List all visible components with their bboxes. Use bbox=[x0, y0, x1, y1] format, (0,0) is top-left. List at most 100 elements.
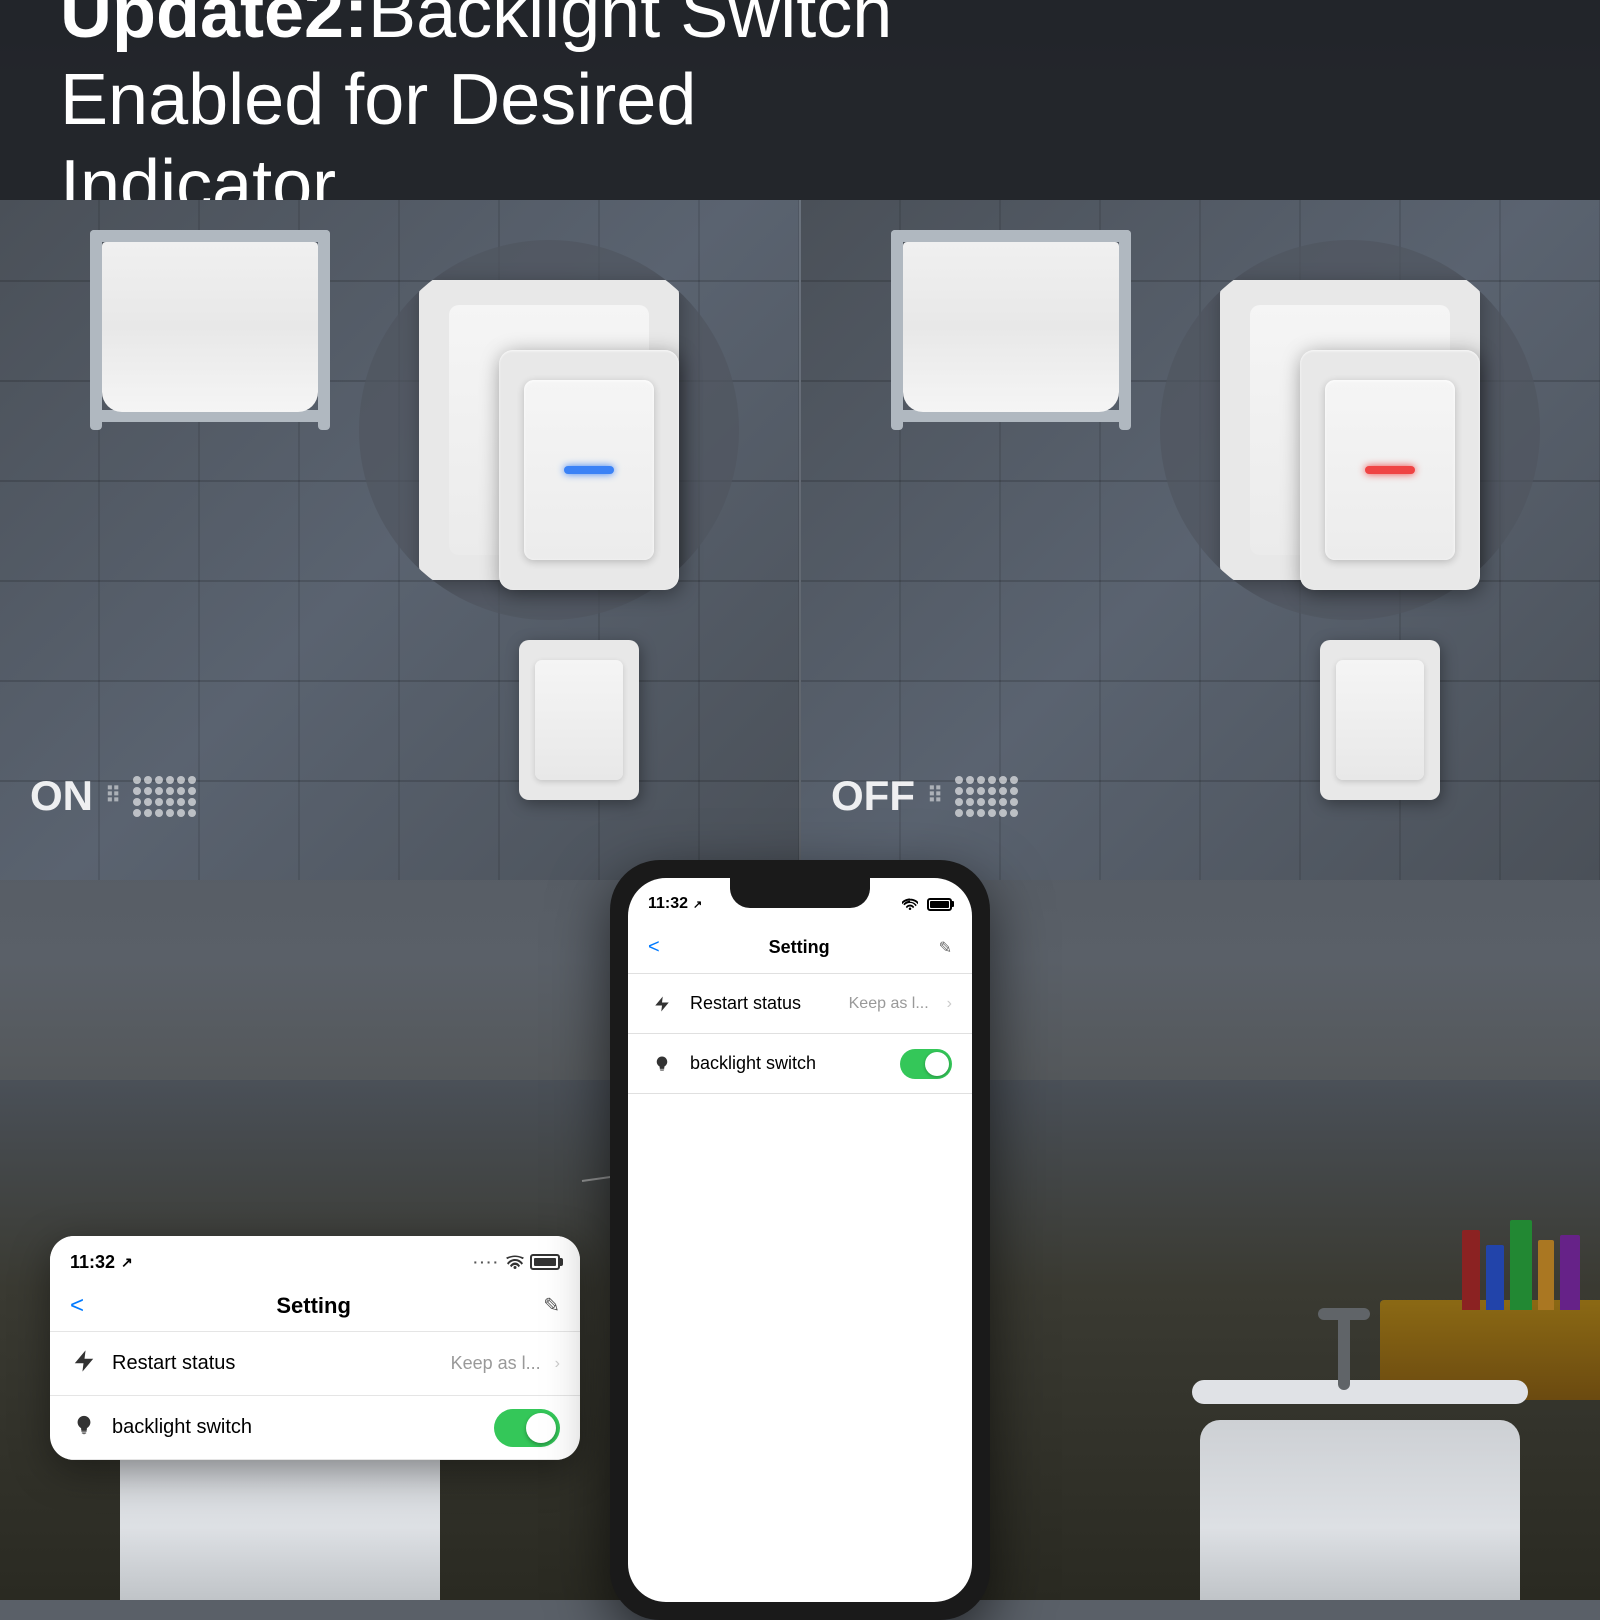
faucet-right-pipe bbox=[1338, 1310, 1350, 1390]
phone-time-area: 11:32 ↗ bbox=[648, 895, 702, 913]
wall-switch-small-right bbox=[1320, 640, 1440, 800]
card-status-arrow: ↗ bbox=[121, 1254, 133, 1271]
towel-left bbox=[102, 242, 318, 412]
card-edit-button[interactable]: ✎ bbox=[543, 1293, 560, 1318]
bulb-icon-card bbox=[70, 1414, 98, 1442]
dot bbox=[188, 776, 196, 784]
phone-bulb-icon bbox=[648, 1050, 676, 1078]
rack-bar-top-r bbox=[891, 230, 1131, 242]
on-label: ON ⠿ bbox=[30, 772, 196, 820]
dot bbox=[999, 787, 1007, 795]
blue-indicator-left bbox=[564, 466, 614, 474]
phone-nav-title: Setting bbox=[769, 937, 830, 958]
rack-bar-top bbox=[90, 230, 330, 242]
dot bbox=[988, 776, 996, 784]
phone-edit-button[interactable]: ✎ bbox=[939, 938, 952, 958]
dot bbox=[988, 798, 996, 806]
dot bbox=[966, 776, 974, 784]
dot bbox=[188, 809, 196, 817]
book-4 bbox=[1538, 1240, 1554, 1310]
phone-restart-chevron: › bbox=[947, 995, 952, 1013]
dot bbox=[977, 809, 985, 817]
phone-status-icons bbox=[902, 898, 952, 911]
dot bbox=[977, 798, 985, 806]
book-3 bbox=[1510, 1220, 1532, 1310]
phone-back-button[interactable]: < bbox=[648, 936, 660, 959]
page-title: Update2:Backlight Switch Enabled for Des… bbox=[60, 0, 960, 230]
dot bbox=[955, 787, 963, 795]
restart-label: Restart status bbox=[112, 1352, 437, 1375]
tub-rim-right bbox=[1192, 1380, 1528, 1404]
battery-icon bbox=[530, 1254, 560, 1270]
panels-area: ON ⠿ bbox=[0, 200, 1600, 880]
dot bbox=[133, 776, 141, 784]
switch-btn-big-right bbox=[1325, 380, 1455, 560]
phone-lightning-icon bbox=[648, 990, 676, 1018]
dot bbox=[188, 798, 196, 806]
restart-chevron: › bbox=[555, 1355, 560, 1373]
phone-battery-fill bbox=[930, 901, 949, 908]
phone-restart-value: Keep as l... bbox=[849, 995, 929, 1013]
backlight-toggle-phone[interactable] bbox=[900, 1049, 952, 1079]
card-status-icons: ···· bbox=[473, 1254, 560, 1270]
restart-value: Keep as l... bbox=[451, 1353, 541, 1374]
dot bbox=[999, 776, 1007, 784]
dot bbox=[144, 809, 152, 817]
dot bbox=[177, 787, 185, 795]
rack-bar-left bbox=[90, 230, 102, 430]
card-restart-row[interactable]: Restart status Keep as l... › bbox=[50, 1332, 580, 1396]
card-signal: ···· bbox=[473, 1254, 500, 1270]
on-text: ON bbox=[30, 772, 93, 820]
dot bbox=[966, 798, 974, 806]
panel-right: OFF ⠿ bbox=[799, 200, 1600, 880]
switch-btn-small-left bbox=[535, 660, 623, 780]
rack-bar-right bbox=[318, 230, 330, 430]
phone-notch-large bbox=[730, 878, 870, 908]
panel-left: ON ⠿ bbox=[0, 200, 799, 880]
dot bbox=[977, 787, 985, 795]
dot bbox=[955, 809, 963, 817]
wifi-icon bbox=[506, 1255, 524, 1269]
phone-restart-label: Restart status bbox=[690, 993, 835, 1014]
rack-bar-right-r bbox=[1119, 230, 1131, 430]
card-nav-title: Setting bbox=[276, 1293, 351, 1319]
rack-bar-left-r bbox=[891, 230, 903, 430]
lightbulb-icon bbox=[73, 1414, 95, 1436]
dot bbox=[1010, 787, 1018, 795]
phone-large: 11:32 ↗ < Setting ✎ bbox=[610, 860, 990, 1620]
phone-restart-row[interactable]: Restart status Keep as l... › bbox=[628, 974, 972, 1034]
dot-matrix-left bbox=[133, 776, 196, 817]
wall-switch-big-right bbox=[1300, 350, 1480, 590]
title-bold: Update2: bbox=[60, 0, 368, 53]
card-time: 11:32 bbox=[70, 1252, 115, 1273]
dot bbox=[966, 787, 974, 795]
phone-wifi-icon bbox=[902, 898, 918, 910]
towel-rack-right bbox=[871, 230, 1151, 630]
off-label: OFF ⠿ bbox=[831, 772, 1018, 820]
card-backlight-row[interactable]: backlight switch bbox=[50, 1396, 580, 1460]
phone-backlight-row[interactable]: backlight switch bbox=[628, 1034, 972, 1094]
card-time-area: 11:32 ↗ bbox=[70, 1252, 133, 1273]
dot bbox=[955, 798, 963, 806]
header-section: Update2:Backlight Switch Enabled for Des… bbox=[0, 0, 1600, 200]
book-5 bbox=[1560, 1235, 1580, 1310]
dot bbox=[955, 776, 963, 784]
backlight-toggle-card[interactable] bbox=[494, 1409, 560, 1447]
card-back-button[interactable]: < bbox=[70, 1292, 84, 1320]
dot bbox=[1010, 798, 1018, 806]
dot bbox=[144, 798, 152, 806]
lightning-svg bbox=[653, 995, 671, 1013]
dot bbox=[1010, 809, 1018, 817]
restart-icon bbox=[70, 1350, 98, 1378]
wall-switch-big-left bbox=[499, 350, 679, 590]
dot bbox=[999, 809, 1007, 817]
ui-card: 11:32 ↗ ···· < Setting ✎ Restart status … bbox=[50, 1236, 580, 1460]
wall-switch-small-left bbox=[519, 640, 639, 800]
dot bbox=[166, 809, 174, 817]
dot bbox=[177, 776, 185, 784]
dot bbox=[155, 776, 163, 784]
dot bbox=[988, 787, 996, 795]
bathtub-right bbox=[1200, 1380, 1520, 1600]
phone-nav-bar: < Setting ✎ bbox=[628, 922, 972, 974]
dot bbox=[166, 787, 174, 795]
